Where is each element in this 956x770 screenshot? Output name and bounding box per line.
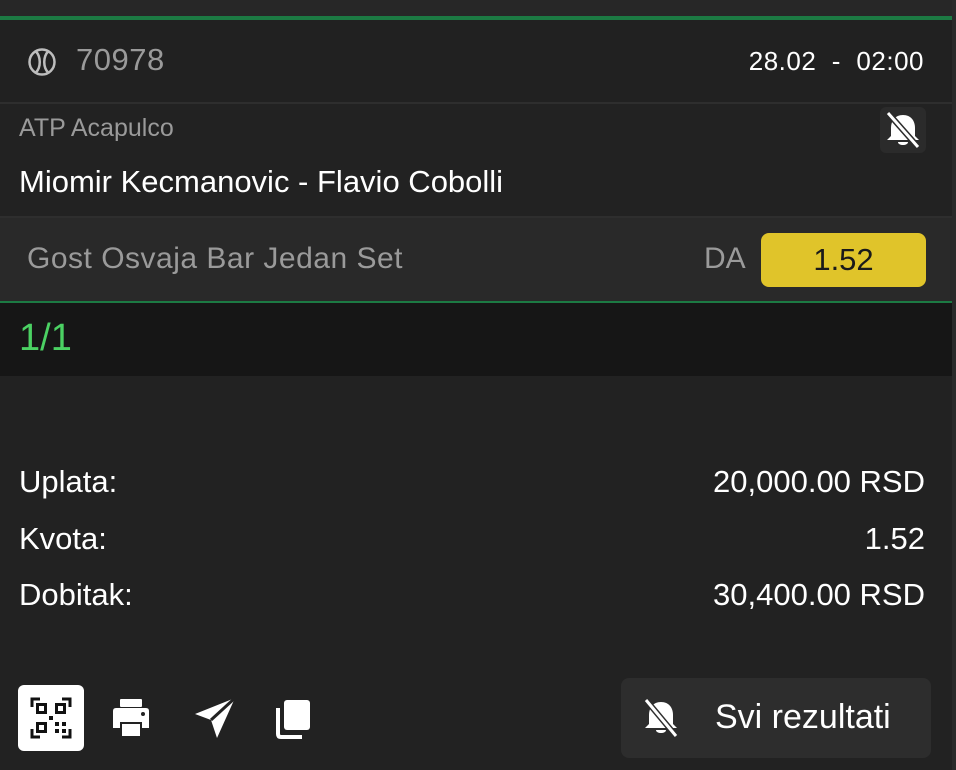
odds-row: Kvota: 1.52 [19,521,925,561]
stake-row: Uplata: 20,000.00 RSD [19,464,925,504]
copy-icon [276,700,310,739]
ticket-page: 70978 28.02 - 02:00 ATP Acapulco Miomir … [0,0,956,770]
tennis-ball-icon [27,47,57,77]
bell-off-icon [885,111,921,149]
selection-outcome: DA [704,242,746,275]
event-id: 70978 [76,42,165,77]
match-name: Miomir Kecmanovic - Flavio Cobolli [19,164,504,199]
qr-code-button[interactable] [18,685,84,751]
market-name: Gost Osvaja Bar Jedan Set [27,242,404,275]
date-time-separator: - [831,46,841,76]
win-value: 30,400.00 RSD [713,577,925,612]
right-edge [952,0,956,770]
share-button[interactable] [191,694,239,742]
event-time: 02:00 [856,46,924,76]
selection-odd: 1.52 [761,233,926,287]
stake-value: 20,000.00 RSD [713,464,925,499]
event-date: 28.02 [748,46,817,76]
all-results-label: Svi rezultati [715,698,891,736]
odds-value: 1.52 [864,521,925,556]
action-bar: Svi rezultati [0,676,952,770]
all-results-button[interactable]: Svi rezultati [621,678,931,758]
stake-label: Uplata: [19,464,118,499]
selection-row: Gost Osvaja Bar Jedan Set DA 1.52 [0,218,952,303]
match-info: ATP Acapulco Miomir Kecmanovic - Flavio … [0,104,952,218]
qr-code-icon [30,697,72,739]
selection-count-bar: 1/1 [0,303,952,376]
printer-icon [113,699,149,736]
league-name: ATP Acapulco [19,114,174,142]
top-strip [0,0,956,16]
odds-label: Kvota: [19,521,107,556]
notification-toggle-button[interactable] [880,107,926,153]
copy-button[interactable] [268,694,316,742]
bell-off-icon [637,694,685,742]
send-icon [195,696,237,738]
selection-count: 1/1 [19,317,72,359]
win-label: Dobitak: [19,577,133,612]
event-datetime: 28.02 - 02:00 [749,46,924,77]
win-row: Dobitak: 30,400.00 RSD [19,577,925,617]
print-button[interactable] [107,694,155,742]
event-header: 70978 28.02 - 02:00 [0,20,952,104]
